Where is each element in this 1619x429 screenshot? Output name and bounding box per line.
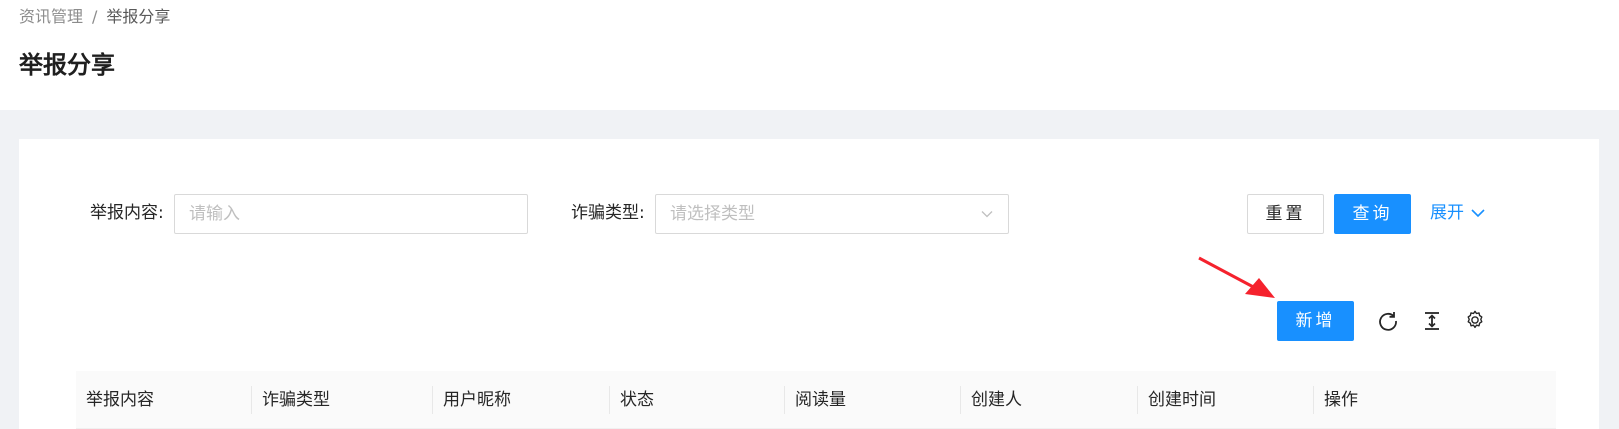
fraud-type-placeholder: 请选择类型 — [670, 204, 755, 224]
column-divider — [609, 386, 610, 414]
expand-toggle[interactable]: 展开 — [1430, 201, 1486, 225]
report-content-input[interactable] — [174, 194, 528, 234]
content-card: 举报内容: 诈骗类型: 请选择类型 重置 查询 展开 新增 举报内容 — [19, 139, 1599, 429]
column-height-icon[interactable] — [1421, 310, 1443, 332]
fraud-type-select[interactable]: 请选择类型 — [655, 194, 1009, 234]
chevron-down-icon — [981, 211, 993, 218]
column-divider — [960, 386, 961, 414]
column-header-fraud-type: 诈骗类型 — [262, 390, 330, 410]
report-content-label: 举报内容: — [90, 203, 164, 223]
setting-icon[interactable] — [1464, 309, 1486, 331]
column-header-status: 状态 — [620, 390, 654, 410]
chevron-down-icon — [1471, 209, 1485, 218]
query-button[interactable]: 查询 — [1334, 194, 1411, 234]
breadcrumb-item-parent[interactable]: 资讯管理 — [19, 5, 83, 29]
column-header-user-nickname: 用户昵称 — [443, 390, 511, 410]
page-header: 资讯管理 / 举报分享 举报分享 — [0, 0, 1619, 110]
fraud-type-label: 诈骗类型: — [571, 203, 645, 223]
column-divider — [1137, 386, 1138, 414]
breadcrumb: 资讯管理 / 举报分享 — [19, 5, 170, 29]
breadcrumb-item-current: 举报分享 — [106, 7, 171, 26]
expand-label: 展开 — [1430, 203, 1464, 223]
column-header-report-content: 举报内容 — [86, 390, 154, 410]
column-divider — [251, 386, 252, 414]
breadcrumb-separator: / — [92, 7, 98, 26]
column-divider — [432, 386, 433, 414]
column-divider — [1313, 386, 1314, 414]
column-header-actions: 操作 — [1324, 390, 1358, 410]
column-header-read-count: 阅读量 — [795, 390, 846, 410]
table-header: 举报内容 诈骗类型 用户昵称 状态 阅读量 创建人 创建时间 操作 — [76, 371, 1556, 429]
add-button[interactable]: 新增 — [1277, 301, 1354, 341]
column-header-created-time: 创建时间 — [1148, 390, 1216, 410]
column-header-creator: 创建人 — [971, 390, 1022, 410]
reload-icon[interactable] — [1377, 310, 1399, 332]
reset-button[interactable]: 重置 — [1247, 194, 1324, 234]
page-title: 举报分享 — [19, 51, 115, 79]
column-divider — [784, 386, 785, 414]
